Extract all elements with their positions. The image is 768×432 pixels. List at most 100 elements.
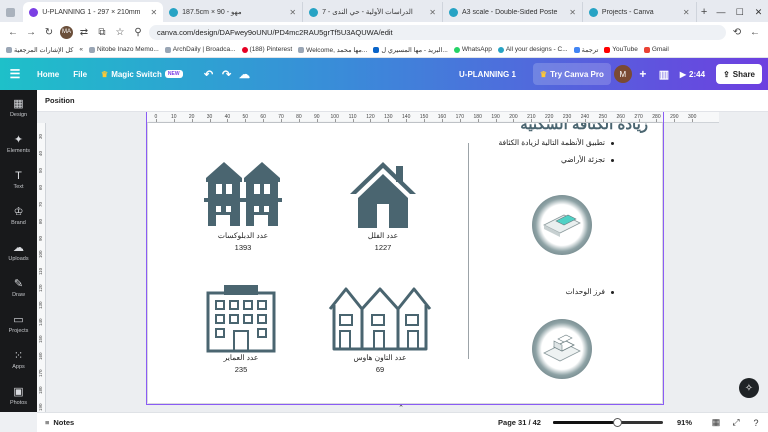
close-tab-icon[interactable]: ✕ (289, 8, 296, 17)
bookmark-star-icon[interactable]: ☆ (113, 25, 127, 39)
undo-icon[interactable]: ↶ (200, 63, 218, 85)
redo-icon[interactable]: ↷ (218, 63, 236, 85)
user-avatar[interactable]: M (613, 65, 632, 83)
browser-tab[interactable]: Projects - Canva ✕ (583, 2, 697, 22)
position-button[interactable]: Position (45, 96, 75, 105)
sidebar-item-draw[interactable]: ✎ Draw (0, 270, 37, 306)
chevron-up-icon[interactable]: ⌃ (389, 404, 413, 412)
list-item-text: تجزئة الأراضي (561, 155, 605, 164)
page-indicator[interactable]: Page 31 / 42 (498, 418, 541, 427)
browser-tab[interactable] (0, 2, 23, 22)
new-badge: NEW (164, 70, 183, 78)
bookmark-label: YouTube (612, 46, 638, 53)
bookmark-item[interactable]: كل الإشارات المرجعية (6, 46, 73, 54)
sidebar-item-design[interactable]: ▦ Design (0, 90, 37, 126)
bookmark-item[interactable]: (188) Pinterest (241, 46, 293, 53)
sidebar-item-text[interactable]: T Text (0, 162, 37, 198)
tab-title: A3 scale - Double-Sided Poste (462, 8, 558, 16)
browser-tab[interactable]: الدراسات الأولية - حي الندى - 7 ✕ (303, 2, 443, 22)
zoom-level[interactable]: 91% (677, 418, 692, 427)
land-subdivision-image[interactable] (532, 195, 592, 255)
help-icon[interactable]: ? (748, 418, 764, 428)
fullscreen-icon[interactable]: ⤢ (728, 417, 744, 428)
bookmark-item[interactable]: All your designs - C... (497, 46, 568, 53)
document-title[interactable]: U-PLANNING 1 (452, 63, 523, 85)
url-field[interactable]: canva.com/design/DAFwey9oUNU/PD4mc2RAU5g… (149, 24, 726, 40)
upload-icon: ☁ (13, 241, 24, 254)
canva-header: ☰ Home File ♛ Magic Switch NEW ↶ ↷ ☁ U-P… (0, 58, 768, 90)
apartment-building-icon (206, 283, 276, 358)
ruler-tick-label: 50 (38, 167, 43, 173)
whatsapp-icon (453, 46, 460, 53)
analytics-icon[interactable]: ▥ (655, 63, 673, 85)
add-collaborator-icon[interactable]: + (635, 63, 651, 85)
slide-page[interactable]: عدد الدبلوكسات 1393 عدد الفلل 1227 عدد ا… (148, 123, 662, 403)
bookmark-label: ترجمة (581, 46, 599, 54)
bookmark-item[interactable]: YouTube (604, 46, 638, 53)
duplex-icon (204, 160, 282, 235)
extension-icon[interactable]: ⧉ (95, 25, 109, 39)
sidebar-item-uploads[interactable]: ☁ Uploads (0, 234, 37, 270)
forward-arrow-icon[interactable]: → (24, 25, 38, 39)
back-arrow-icon[interactable]: ← (6, 25, 20, 39)
ruler-tick-mark (549, 119, 551, 122)
browser-tab[interactable]: A3 scale - Double-Sided Poste ✕ (443, 2, 583, 22)
sidebar-item-brand[interactable]: ♔ Brand (0, 198, 37, 234)
translate-icon[interactable]: ⇄ (77, 25, 91, 39)
browser-tab[interactable]: 187.5cm × 90 - مهو ✕ (163, 2, 304, 22)
history-icon[interactable]: ⟲ (730, 25, 744, 39)
try-canva-pro-button[interactable]: ♛ Try Canva Pro (532, 63, 611, 85)
gmail-icon (643, 46, 650, 53)
bookmark-item[interactable]: البريد - مها المسيري ل... (373, 46, 448, 54)
site-info-icon[interactable]: ⚲ (131, 25, 145, 39)
reload-icon[interactable]: ↻ (42, 25, 56, 39)
notes-button[interactable]: ≡ Notes (37, 418, 74, 427)
sidebar-item-apps[interactable]: ⁙ Apps (0, 342, 37, 378)
bookmark-item[interactable]: Gmail (643, 46, 669, 53)
sidebar-item-label: Apps (12, 363, 25, 370)
present-button[interactable]: ▶ 2:44 (673, 63, 712, 85)
sidebar-item-elements[interactable]: ✦ Elements (0, 126, 37, 162)
bookmark-item[interactable]: WhatsApp (453, 46, 492, 53)
home-button[interactable]: Home (30, 63, 66, 85)
ruler-tick-mark (263, 119, 265, 122)
close-tab-icon[interactable]: ✕ (429, 8, 436, 17)
magic-switch-button[interactable]: ♛ Magic Switch NEW (94, 63, 190, 85)
zoom-slider-handle[interactable] (613, 418, 623, 427)
close-tab-icon[interactable]: ✕ (569, 8, 576, 17)
magic-assistant-icon[interactable]: ✧ (739, 378, 759, 398)
cloud-saved-icon[interactable]: ☁ (236, 63, 254, 85)
close-tab-icon[interactable]: ✕ (683, 8, 690, 17)
ruler-tick-mark (316, 119, 318, 122)
unit-sorting-image[interactable] (532, 319, 592, 379)
profile-avatar[interactable]: MA (60, 25, 73, 39)
browser-tab-active[interactable]: U-PLANNING 1 - 297 × 210mm ✕ (23, 2, 164, 22)
bookmarks-chevron-icon[interactable]: « (79, 46, 83, 53)
back-arrow-icon[interactable]: ← (748, 25, 762, 39)
maximize-icon[interactable]: ☐ (730, 2, 749, 22)
bookmark-item[interactable]: Welcome, مها محمد... (298, 46, 367, 54)
share-button[interactable]: ⇪ Share (716, 64, 762, 84)
bookmark-item[interactable]: ArchDaily | Broadca... (164, 46, 236, 53)
ruler-tick-label: 180 (38, 386, 43, 394)
ruler-tick-mark (155, 119, 157, 122)
zoom-slider[interactable] (552, 418, 663, 427)
duplex-label: عدد الدبلوكسات (217, 231, 269, 240)
ruler-tick-mark (692, 119, 694, 122)
close-window-icon[interactable]: ✕ (749, 2, 768, 22)
bookmark-item[interactable]: Nitobe Inazo Memo... (89, 46, 159, 53)
left-sidebar: ▦ Design ✦ Elements T Text ♔ Brand ☁ Uploads … (0, 90, 37, 412)
ruler-tick-mark (298, 119, 300, 122)
new-tab-button[interactable]: + (697, 2, 712, 22)
minimize-icon[interactable]: — (712, 2, 731, 22)
ruler-tick-mark (173, 119, 175, 122)
bookmark-label: (188) Pinterest (249, 46, 293, 53)
sidebar-item-photos[interactable]: ▣ Photos (0, 378, 37, 414)
bookmark-item[interactable]: ترجمة (573, 46, 599, 54)
sidebar-item-projects[interactable]: ▭ Projects (0, 306, 37, 342)
ruler-tick-label: 170 (38, 369, 43, 377)
grid-view-icon[interactable]: ▦ (708, 417, 724, 428)
close-tab-icon[interactable]: ✕ (150, 8, 157, 17)
hamburger-menu-icon[interactable]: ☰ (0, 63, 30, 85)
file-menu-button[interactable]: File (66, 63, 94, 85)
